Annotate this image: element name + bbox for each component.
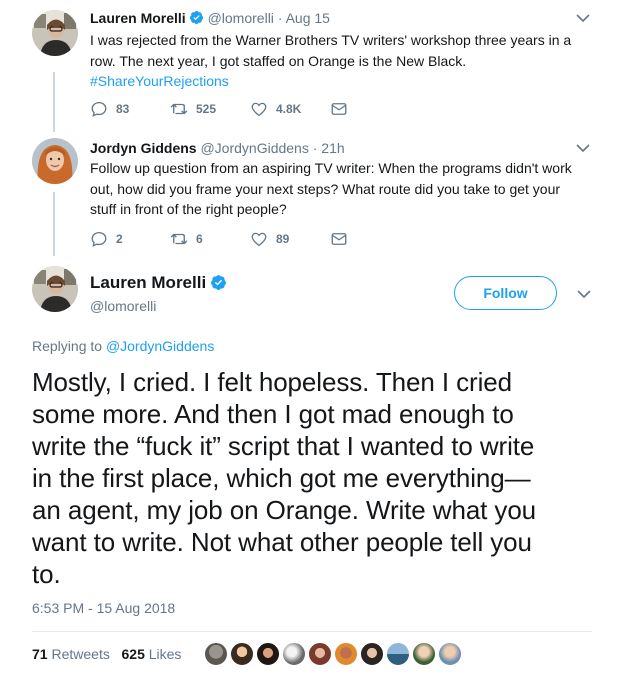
chevron-down-icon[interactable] (576, 143, 590, 153)
main-tweet-text: Mostly, I cried. I felt hopeless. Then I… (32, 366, 602, 590)
tweet-text: I was rejected from the Warner Brothers … (90, 30, 595, 92)
like-icon (251, 102, 267, 117)
liker-avatar[interactable] (334, 642, 358, 666)
replying-prefix: Replying to (32, 338, 103, 354)
author-handle[interactable]: @lomorelli (208, 10, 274, 26)
like-count: 4.8K (276, 102, 302, 116)
avatar[interactable] (32, 10, 78, 56)
author-name[interactable]: Lauren Morelli (90, 272, 227, 294)
thread-line (53, 192, 55, 256)
tweet-text-line: in the first place, which got me everyth… (32, 463, 531, 493)
thread-line (53, 72, 55, 132)
replying-to: Replying to @JordynGiddens (32, 338, 214, 354)
tweet-text-line: want to write. Not what other people tel… (32, 527, 532, 557)
tweet-text-line: I was rejected from the Warner Brothers … (90, 32, 572, 48)
retweet-total: 71 (32, 646, 48, 662)
like-icon (251, 232, 267, 247)
liker-avatar[interactable] (386, 642, 410, 666)
follow-button[interactable]: Follow (454, 276, 557, 310)
reply-button[interactable]: 83 (90, 100, 129, 118)
retweet-icon (170, 233, 188, 245)
reply-count: 83 (116, 102, 130, 116)
likes-stat[interactable]: 625 Likes (122, 646, 182, 662)
mention-link[interactable]: @JordynGiddens (106, 338, 214, 354)
like-label: Likes (148, 646, 182, 662)
like-button[interactable]: 89 (250, 230, 289, 248)
message-button[interactable] (330, 100, 356, 118)
tweet-text-line: to. (32, 559, 61, 589)
reply-button[interactable]: 2 (90, 230, 123, 248)
avatar[interactable] (32, 138, 78, 184)
retweet-button[interactable]: 525 (170, 100, 216, 118)
like-count: 89 (276, 232, 290, 246)
chevron-down-icon[interactable] (576, 13, 590, 23)
author-name[interactable]: Lauren Morelli (90, 10, 186, 26)
divider (32, 631, 592, 632)
author-handle[interactable]: @lomorelli (90, 298, 156, 314)
author-handle[interactable]: @JordynGiddens (200, 140, 308, 156)
tweet-header: Lauren Morelli @lomorelli · Aug 15 (90, 9, 330, 27)
tweet-header: Jordyn Giddens @JordynGiddens · 21h (90, 139, 345, 157)
tweet-text-line: out, how did you frame your next steps? … (90, 180, 561, 197)
liker-avatar[interactable] (256, 642, 280, 666)
retweet-count: 6 (196, 232, 203, 246)
tweet-text-line: Mostly, I cried. I felt hopeless. Then I… (32, 367, 512, 397)
verified-icon (189, 10, 203, 25)
tweet-text: Follow up question from an aspiring TV w… (90, 158, 595, 220)
tweet-text-line: Follow up question from an aspiring TV w… (90, 160, 572, 176)
author-name[interactable]: Jordyn Giddens (90, 140, 197, 156)
liker-avatar[interactable] (360, 642, 384, 666)
liker-avatar[interactable] (308, 642, 332, 666)
message-icon (331, 233, 347, 245)
liker-avatar[interactable] (412, 642, 436, 666)
tweet-time[interactable]: · 21h (313, 140, 345, 156)
tweet-timestamp[interactable]: 6:53 PM - 15 Aug 2018 (32, 600, 175, 616)
tweet-text-line: row. The next year, I got staffed on Ora… (90, 52, 467, 69)
tweet-stats: 71 Retweets 625 Likes (32, 646, 181, 662)
chevron-down-icon[interactable] (577, 289, 591, 299)
reply-icon (91, 231, 107, 247)
tweet-text-line: some more. And then I got mad enough to (32, 399, 514, 429)
like-total: 625 (121, 646, 145, 662)
tweet-text-line: an agent, my job on Orange. Write what y… (32, 495, 537, 525)
hashtag-link[interactable]: #ShareYourRejections (90, 71, 595, 92)
reply-icon (91, 101, 107, 117)
retweet-icon (170, 103, 188, 115)
tweet-text-line: stuff in front of the right people? (90, 201, 287, 217)
liker-avatar[interactable] (204, 642, 228, 666)
author-name-text: Lauren Morelli (90, 273, 207, 292)
tweet-text-line: write the “fuck it” script that I wanted… (32, 431, 535, 461)
like-button[interactable]: 4.8K (250, 100, 301, 118)
retweet-label: Retweets (51, 646, 110, 662)
message-icon (331, 103, 347, 115)
avatar[interactable] (32, 266, 78, 312)
verified-icon (211, 275, 227, 290)
message-button[interactable] (330, 230, 356, 248)
liker-avatar[interactable] (230, 642, 254, 666)
tweet-time[interactable]: · Aug 15 (278, 10, 330, 26)
retweet-count: 525 (196, 102, 217, 116)
reply-count: 2 (116, 232, 123, 246)
liker-avatar[interactable] (438, 642, 462, 666)
retweets-stat[interactable]: 71 Retweets (32, 646, 110, 662)
liker-avatar[interactable] (282, 642, 306, 666)
retweet-button[interactable]: 6 (170, 230, 203, 248)
